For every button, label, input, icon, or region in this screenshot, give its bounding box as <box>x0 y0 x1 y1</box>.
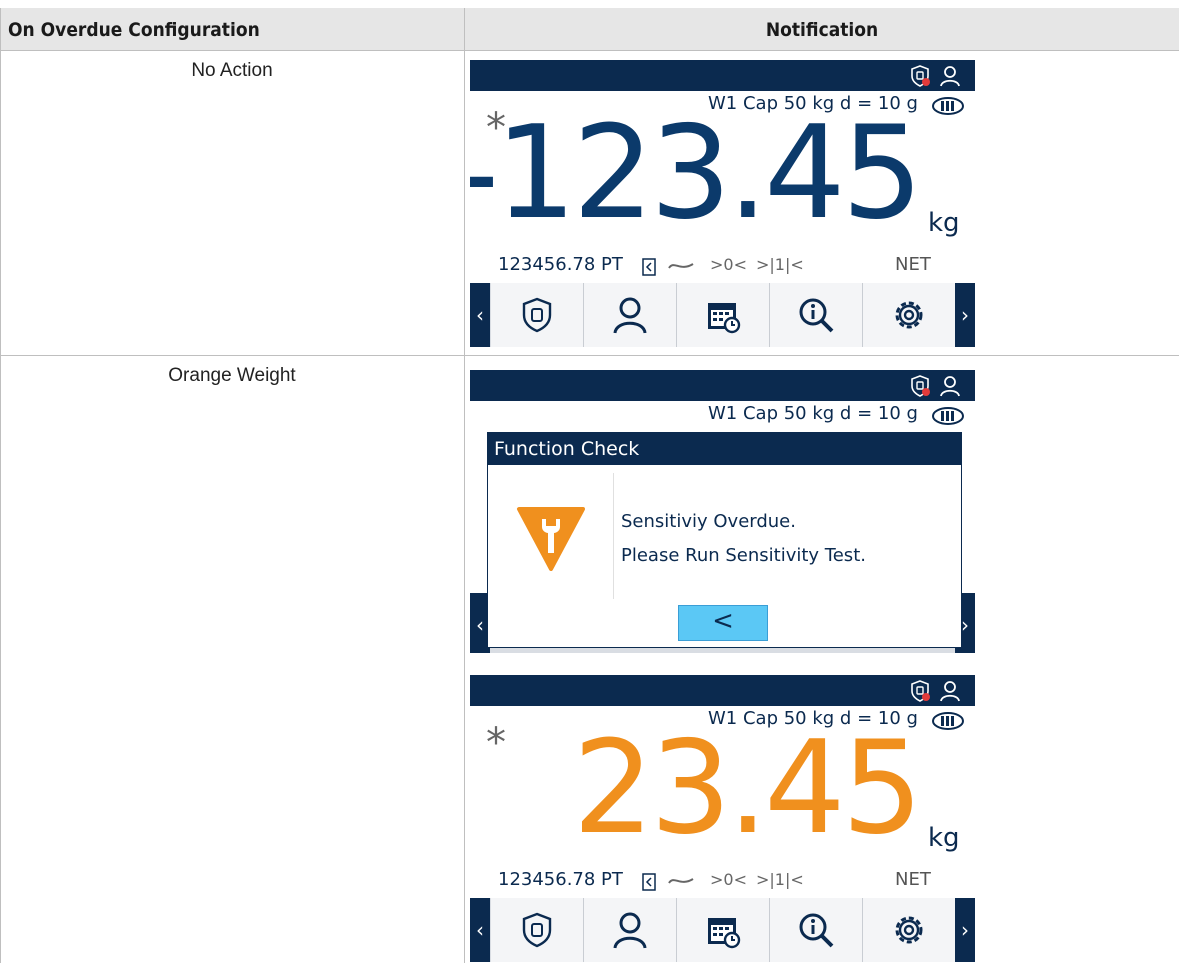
weight-unit: kg <box>928 823 960 853</box>
table-left-border <box>0 8 1 963</box>
range-indicator: >|1|< <box>756 255 804 274</box>
shield-weight-icon <box>522 297 552 333</box>
shield-weight-icon <box>522 912 552 948</box>
softkey-bar: ‹ › <box>470 283 975 347</box>
terminal-screen-dialog: W1 Cap 50 kg d = 10 g ‹ › Function Check… <box>470 370 975 653</box>
dialog-title: Function Check <box>488 433 961 465</box>
header-config-label: On Overdue Configuration <box>8 19 260 41</box>
battery-icon <box>932 407 964 425</box>
battery-icon <box>932 97 964 115</box>
header-bottom-border <box>0 50 1179 51</box>
softkey-calendar[interactable] <box>677 283 770 347</box>
dialog-message-1: Sensitiviy Overdue. <box>621 511 796 532</box>
softkey-settings[interactable] <box>863 898 956 962</box>
center-of-zero: >0< <box>710 870 747 889</box>
header-notification-label: Notification <box>765 19 879 41</box>
capacity-line: W1 Cap 50 kg d = 10 g <box>708 403 918 424</box>
weight-unit: kg <box>928 208 960 238</box>
gear-icon <box>895 301 923 329</box>
weight-display: -123.45 <box>470 99 923 248</box>
net-indicator: NET <box>895 254 931 275</box>
user-icon <box>613 297 647 334</box>
user-icon <box>940 376 960 397</box>
status-bar <box>470 675 975 706</box>
function-check-dialog: Function Check Sensitiviy Overdue. Pleas… <box>487 432 962 648</box>
dialog-back-button[interactable]: < <box>678 605 768 641</box>
motion-icon <box>668 263 694 269</box>
shield-alert-icon <box>911 375 930 397</box>
prev-arrow-icon[interactable]: ‹ <box>470 283 490 347</box>
user-icon <box>940 681 960 702</box>
softkey-user[interactable] <box>584 283 677 347</box>
info-search-icon <box>799 913 834 948</box>
tare-scale-icon <box>642 873 656 891</box>
net-indicator: NET <box>895 869 931 890</box>
softkey-function-check[interactable] <box>491 283 584 347</box>
terminal-screen-orange-weight: W1 Cap 50 kg d = 10 g * 23.45 kg 123456.… <box>470 675 975 963</box>
tare-scale-icon <box>642 258 656 276</box>
next-arrow-icon[interactable]: › <box>955 898 975 962</box>
terminal-screen-no-action: W1 Cap 50 kg d = 10 g * -123.45 kg 12345… <box>470 60 975 347</box>
column-divider <box>464 8 465 963</box>
center-of-zero: >0< <box>710 255 747 274</box>
gear-icon <box>895 916 923 944</box>
info-line: 123456.78 PT >0< >|1|< NET <box>470 249 975 283</box>
dialog-divider <box>613 473 614 599</box>
calendar-clock-icon <box>708 303 741 334</box>
config-orange-weight: Orange Weight <box>168 365 296 386</box>
softkey-function-check[interactable] <box>491 898 584 962</box>
calendar-clock-icon <box>708 918 741 949</box>
user-icon <box>613 912 647 949</box>
user-icon <box>940 66 960 87</box>
prev-arrow-icon[interactable]: ‹ <box>470 898 490 962</box>
motion-icon <box>668 878 694 884</box>
softkey-info[interactable] <box>770 898 863 962</box>
info-search-icon <box>799 298 834 333</box>
range-indicator: >|1|< <box>756 870 804 889</box>
softkey-bar: ‹ › <box>470 898 975 962</box>
preset-tare: 123456.78 PT <box>498 869 623 890</box>
weight-display: 23.45 <box>572 714 923 863</box>
softkey-info[interactable] <box>770 283 863 347</box>
softkey-user[interactable] <box>584 898 677 962</box>
row-divider <box>0 355 1179 356</box>
info-line: 123456.78 PT >0< >|1|< NET <box>470 864 975 898</box>
status-bar <box>470 370 975 401</box>
preset-tare: 123456.78 PT <box>498 254 623 275</box>
status-bar <box>470 60 975 91</box>
wrench-warning-icon <box>517 507 585 571</box>
dialog-message-2: Please Run Sensitivity Test. <box>621 545 866 566</box>
next-arrow-icon[interactable]: › <box>955 283 975 347</box>
battery-icon <box>932 712 964 730</box>
config-no-action: No Action <box>191 60 273 81</box>
shield-alert-icon <box>911 65 930 87</box>
shield-alert-icon <box>911 680 930 702</box>
weight-star: * <box>486 720 506 766</box>
softkey-calendar[interactable] <box>677 898 770 962</box>
softkey-settings[interactable] <box>863 283 956 347</box>
